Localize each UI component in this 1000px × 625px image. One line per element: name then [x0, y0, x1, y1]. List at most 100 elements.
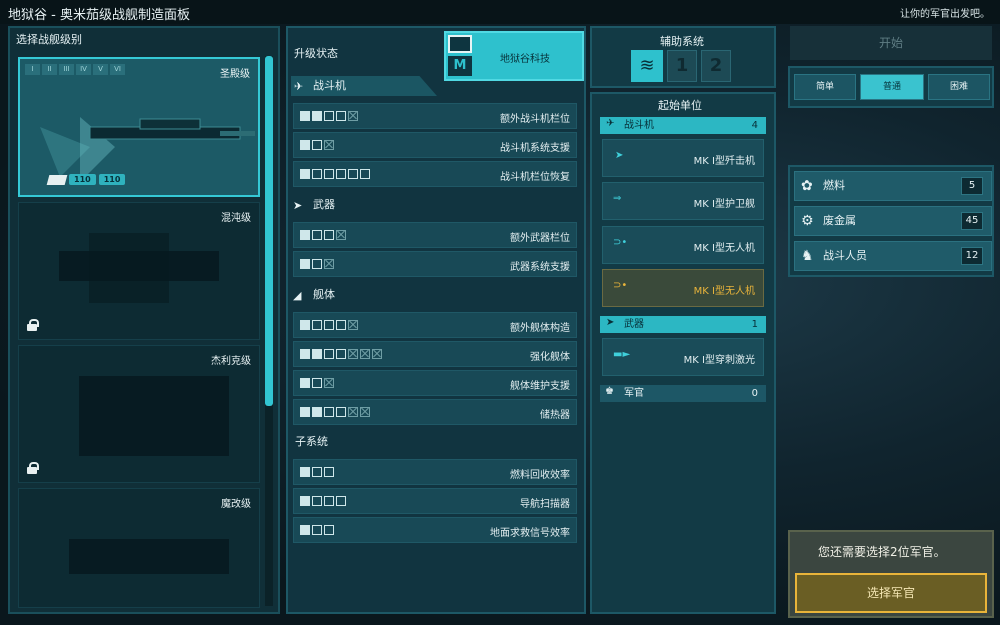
level-box	[360, 169, 370, 179]
stat-1: 110	[69, 174, 96, 185]
level-box	[324, 320, 334, 330]
unit-row[interactable]: ⇒ MK I型护卫舰	[602, 182, 764, 220]
level-box	[360, 349, 370, 359]
drone-icon: ⊃•	[613, 280, 628, 291]
upgrade-row[interactable]: 导航扫描器	[293, 488, 577, 514]
level-box	[312, 407, 322, 417]
aux-slot-1[interactable]: 1	[667, 50, 697, 82]
difficulty-hard[interactable]: 困难	[928, 74, 990, 100]
officer-note: 您还需要选择2位军官。	[818, 545, 946, 559]
level-box	[300, 230, 310, 240]
level-box	[312, 378, 322, 388]
upgrade-row[interactable]: 燃料回收效率	[293, 459, 577, 485]
level-box	[312, 349, 322, 359]
level-box	[324, 378, 334, 388]
upgrade-label: 导航扫描器	[520, 499, 570, 510]
level-box	[336, 230, 346, 240]
tier-5[interactable]: V	[93, 64, 108, 75]
ship-card-jerik[interactable]: 杰利克级	[18, 345, 260, 483]
weapon-icon: ➤	[293, 199, 303, 212]
tier-1[interactable]: I	[25, 64, 40, 75]
tier-selector[interactable]: I II III IV V VI	[25, 64, 125, 75]
upgrade-label: 武器系统支援	[510, 262, 570, 273]
level-box	[312, 259, 322, 269]
upgrade-level	[300, 111, 358, 121]
select-officer-button[interactable]: 选择军官	[795, 573, 987, 613]
unit-row[interactable]: ▬► MK I型穿刺激光	[602, 338, 764, 376]
upgrade-label: 额外战斗机栏位	[500, 114, 570, 125]
upgrade-level	[300, 525, 334, 535]
ship-card-chaos[interactable]: 混沌级	[18, 202, 260, 340]
level-box	[348, 169, 358, 179]
unit-row-highlighted[interactable]: ⊃• MK I型无人机	[602, 269, 764, 307]
stat-2: 110	[98, 174, 126, 185]
upgrade-label: 强化舰体	[530, 352, 570, 363]
unit-row[interactable]: ⊃• MK I型无人机	[602, 226, 764, 264]
ship-stats: 110 110	[46, 174, 126, 185]
level-box	[312, 467, 322, 477]
title-bar: 地狱谷 - 奥米茄级战舰制造面板 让你的军官出发吧。	[0, 0, 1000, 24]
section-hull: 舰体	[313, 288, 335, 301]
fighters-bar: 战斗机 4	[600, 117, 766, 134]
ship-select-heading: 选择战舰级别	[16, 33, 82, 46]
upgrade-row[interactable]: 战斗机栏位恢复	[293, 161, 577, 187]
upgrade-row[interactable]: 储热器	[293, 399, 577, 425]
tech-label: 地狱谷科技	[500, 54, 550, 65]
level-box	[312, 230, 322, 240]
weapon-icon: ➤	[606, 317, 615, 328]
level-box	[300, 169, 310, 179]
scroll-thumb[interactable]	[265, 56, 273, 406]
upgrade-row[interactable]: 额外战斗机栏位	[293, 103, 577, 129]
level-box	[312, 496, 322, 506]
ship-list-scrollbar[interactable]	[265, 56, 273, 606]
level-box	[324, 496, 334, 506]
upgrade-row[interactable]: 额外武器栏位	[293, 222, 577, 248]
tier-6[interactable]: VI	[110, 64, 125, 75]
upgrade-level	[300, 230, 346, 240]
level-box	[300, 378, 310, 388]
weapons-bar: 武器 1	[600, 316, 766, 333]
ship-name: 杰利克级	[211, 356, 251, 367]
level-box	[324, 169, 334, 179]
upgrade-label: 战斗机栏位恢复	[500, 172, 570, 183]
level-box	[360, 407, 370, 417]
upgrade-row[interactable]: 武器系统支援	[293, 251, 577, 277]
aux-slot-2[interactable]: 2	[701, 50, 731, 82]
tech-icon-top	[448, 35, 472, 53]
upgrade-row[interactable]: 战斗机系统支援	[293, 132, 577, 158]
start-units-heading: 起始单位	[658, 99, 702, 112]
level-box	[336, 407, 346, 417]
ship-card-modified[interactable]: 魔改级	[18, 488, 260, 608]
upgrade-row[interactable]: 地面求救信号效率	[293, 517, 577, 543]
unit-row[interactable]: ➤ MK I型歼击机	[602, 139, 764, 177]
start-button[interactable]: 开始	[790, 26, 992, 60]
level-box	[300, 525, 310, 535]
level-box	[348, 349, 358, 359]
upgrade-level	[300, 407, 370, 417]
tier-2[interactable]: II	[42, 64, 57, 75]
aux-heading: 辅助系统	[660, 35, 704, 48]
upgrade-row[interactable]: 额外舰体构造	[293, 312, 577, 338]
section-subsystems: 子系统	[295, 435, 328, 448]
ship-silhouette	[89, 233, 169, 303]
upgrade-label: 地面求救信号效率	[490, 528, 570, 539]
upgrade-label: 储热器	[540, 410, 570, 421]
level-box	[336, 169, 346, 179]
escort-icon: ⇒	[613, 193, 622, 204]
section-fighters: 战斗机	[291, 76, 437, 96]
ship-card-sanctum[interactable]: I II III IV V VI 圣殿级 110 110	[18, 57, 260, 197]
tier-4[interactable]: IV	[76, 64, 91, 75]
upgrade-row[interactable]: 强化舰体	[293, 341, 577, 367]
difficulty-normal[interactable]: 普通	[860, 74, 924, 100]
level-box	[324, 140, 334, 150]
upgrade-label: 舰体维护支援	[510, 381, 570, 392]
level-box	[312, 169, 322, 179]
resource-crew: ♞ 战斗人员 12	[794, 241, 992, 271]
upgrade-label: 额外武器栏位	[510, 233, 570, 244]
difficulty-easy[interactable]: 简单	[794, 74, 856, 100]
officers-bar: 军官 0	[600, 385, 766, 402]
tier-3[interactable]: III	[59, 64, 74, 75]
header-hint: 让你的军官出发吧。	[900, 9, 990, 20]
level-box	[324, 259, 334, 269]
upgrade-row[interactable]: 舰体维护支援	[293, 370, 577, 396]
